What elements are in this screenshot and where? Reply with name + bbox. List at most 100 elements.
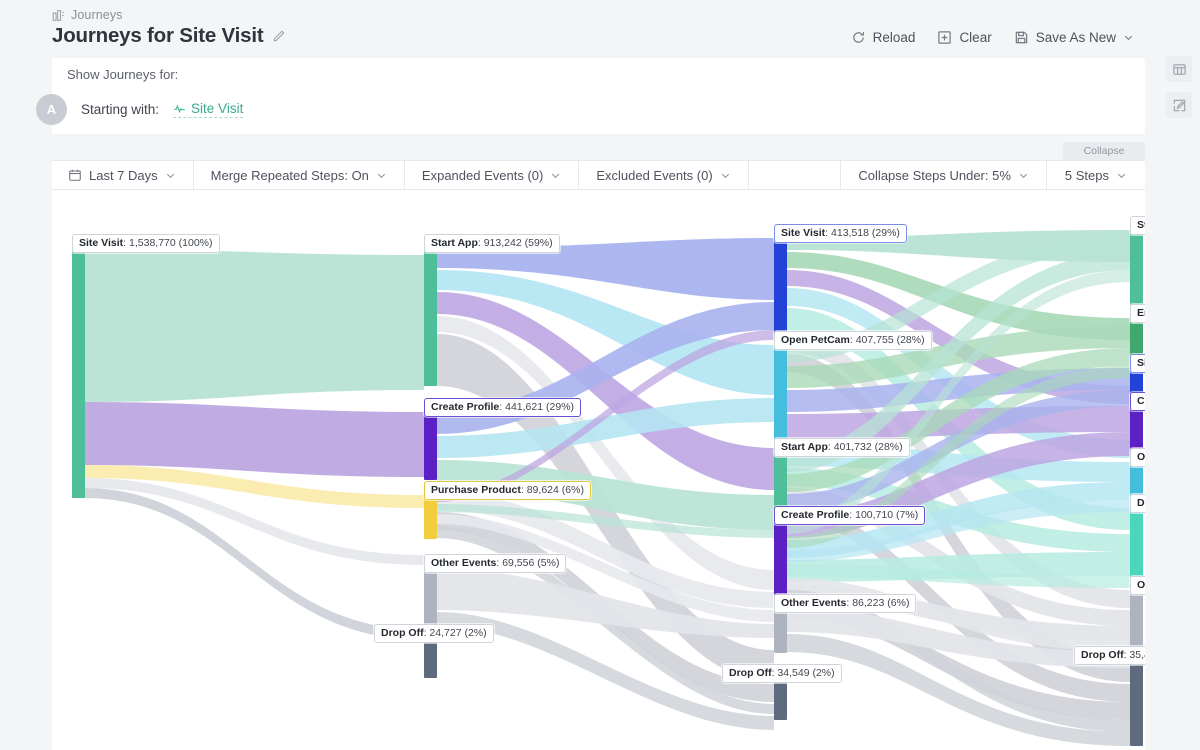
filter-bar: Last 7 Days Merge Repeated Steps: On Exp…: [52, 160, 1145, 190]
node-c1-purchase-product[interactable]: [424, 495, 437, 539]
expanded-events-label: Expanded Events (0): [422, 168, 543, 183]
right-rail: [1166, 56, 1192, 118]
node-name: Drop Off: [381, 627, 424, 639]
start-event-chip[interactable]: Site Visit: [173, 101, 243, 118]
sankey-svg: [52, 190, 1145, 750]
edit-annotate-icon[interactable]: [1166, 92, 1192, 118]
node-c1-drop-off[interactable]: [424, 638, 437, 678]
node-pct: 28%: [900, 334, 921, 346]
node-label-c2-site-visit[interactable]: Site Visit: 413,518 (29%): [774, 224, 907, 243]
node-c2-drop-off[interactable]: [774, 678, 787, 720]
expanded-events-filter[interactable]: Expanded Events (0): [405, 161, 579, 189]
node-label-c1-purchase-product[interactable]: Purchase Product: 89,624 (6%): [424, 481, 591, 500]
node-value: 24,727: [429, 627, 461, 639]
node-label-c3-drop-off[interactable]: Drop Off: 35,40: [1074, 646, 1145, 665]
node-name: Drop Off: [729, 667, 772, 679]
save-as-new-button[interactable]: Save As New: [1014, 30, 1134, 45]
node-pct: 29%: [550, 401, 571, 413]
excluded-events-filter[interactable]: Excluded Events (0): [579, 161, 748, 189]
node-label-c2-start-app[interactable]: Start App: 401,732 (28%): [774, 438, 910, 457]
sankey-links: [84, 230, 1130, 746]
reload-label: Reload: [873, 30, 916, 45]
start-row: A Starting with: Site Visit: [52, 94, 243, 125]
node-name: Cre: [1137, 395, 1145, 407]
node-label-c1-drop-off[interactable]: Drop Off: 24,727 (2%): [374, 624, 494, 643]
steps-count-label: 5 Steps: [1065, 168, 1109, 183]
node-value: 89,624: [527, 484, 559, 496]
node-name: Other Events: [431, 557, 496, 569]
node-c1-start-app[interactable]: [424, 248, 437, 386]
node-value: 69,556: [502, 557, 534, 569]
node-c1-create-profile[interactable]: [424, 412, 437, 480]
node-name: Site Visit: [781, 227, 825, 239]
node-label-c3-download[interactable]: Do: [1130, 494, 1145, 513]
node-value: 100,710: [855, 509, 893, 521]
avatar[interactable]: A: [36, 94, 67, 125]
node-value: 441,621: [505, 401, 543, 413]
page-title: Journeys for Site Visit: [52, 24, 263, 48]
node-pct: 2%: [816, 667, 831, 679]
node-name: Sta: [1137, 219, 1145, 231]
node-label-c3-email[interactable]: Em: [1130, 304, 1145, 323]
node-name: Sit: [1137, 357, 1145, 369]
collapse-steps-under-filter[interactable]: Collapse Steps Under: 5%: [841, 161, 1046, 189]
refresh-icon: [851, 30, 866, 45]
node-pct: 59%: [528, 237, 549, 249]
reload-button[interactable]: Reload: [851, 30, 916, 45]
node-label-c2-drop-off[interactable]: Drop Off: 34,549 (2%): [722, 664, 842, 683]
chevron-down-icon: [720, 170, 731, 181]
collapse-tab[interactable]: Collapse: [1063, 142, 1145, 160]
node-label-c3-create-profile[interactable]: Cre: [1130, 392, 1145, 411]
node-name: Purchase Product: [431, 484, 521, 496]
plus-box-icon: [937, 30, 952, 45]
node-name: Site Visit: [79, 237, 123, 249]
link-sitevisit-dropoff[interactable]: [84, 488, 424, 640]
node-label-c1-other-events[interactable]: Other Events: 69,556 (5%): [424, 554, 566, 573]
node-pct: 29%: [875, 227, 896, 239]
save-as-new-label: Save As New: [1036, 30, 1116, 45]
breadcrumb[interactable]: Journeys: [52, 8, 123, 22]
starting-with-label: Starting with:: [81, 102, 159, 117]
node-c1-other-events[interactable]: [424, 568, 437, 626]
merge-repeated-steps-filter[interactable]: Merge Repeated Steps: On: [194, 161, 405, 189]
chevron-down-icon: [165, 170, 176, 181]
pencil-icon[interactable]: [272, 29, 286, 43]
node-pct: 28%: [878, 441, 899, 453]
node-label-c1-create-profile[interactable]: Create Profile: 441,621 (29%): [424, 398, 581, 417]
chevron-down-icon: [550, 170, 561, 181]
node-label-c1-start-app[interactable]: Start App: 913,242 (59%): [424, 234, 560, 253]
clear-label: Clear: [959, 30, 991, 45]
node-pct: 100%: [182, 237, 209, 249]
node-pct: 2%: [468, 627, 483, 639]
chevron-down-icon: [376, 170, 387, 181]
node-c3-drop-off[interactable]: [1130, 660, 1143, 746]
pulse-icon: [173, 102, 186, 115]
link-sitevisit-startapp[interactable]: [84, 249, 424, 402]
merge-repeated-steps-label: Merge Repeated Steps: On: [211, 168, 369, 183]
node-c2-create-profile[interactable]: [774, 520, 787, 602]
node-label-c3-site-visit[interactable]: Sit: [1130, 354, 1145, 373]
node-c0-site-visit[interactable]: [72, 249, 85, 498]
link-sitevisit-createprofile[interactable]: [84, 402, 424, 477]
date-range-label: Last 7 Days: [89, 168, 158, 183]
clear-button[interactable]: Clear: [937, 30, 991, 45]
node-label-c3-start-app[interactable]: Sta: [1130, 216, 1145, 235]
table-view-icon[interactable]: [1166, 56, 1192, 82]
node-label-c2-other-events[interactable]: Other Events: 86,223 (6%): [774, 594, 916, 613]
node-name: Em: [1137, 307, 1145, 319]
node-label-c2-open-petcam[interactable]: Open PetCam: 407,755 (28%): [774, 331, 932, 350]
node-label-c3-other-events[interactable]: Oth: [1130, 576, 1145, 595]
calendar-icon: [68, 168, 82, 182]
date-range-filter[interactable]: Last 7 Days: [52, 161, 194, 189]
node-pct: 5%: [541, 557, 556, 569]
node-label-c3-open-petcam[interactable]: Op: [1130, 448, 1145, 467]
collapse-steps-under-label: Collapse Steps Under: 5%: [858, 168, 1010, 183]
node-label-c0-site-visit[interactable]: Site Visit: 1,538,770 (100%): [72, 234, 220, 253]
node-value: 35,40: [1129, 649, 1145, 661]
node-value: 407,755: [856, 334, 894, 346]
steps-count-filter[interactable]: 5 Steps: [1047, 161, 1145, 189]
node-value: 34,549: [777, 667, 809, 679]
node-name: Other Events: [781, 597, 846, 609]
node-label-c2-create-profile[interactable]: Create Profile: 100,710 (7%): [774, 506, 925, 525]
node-c2-other-events[interactable]: [774, 608, 787, 653]
